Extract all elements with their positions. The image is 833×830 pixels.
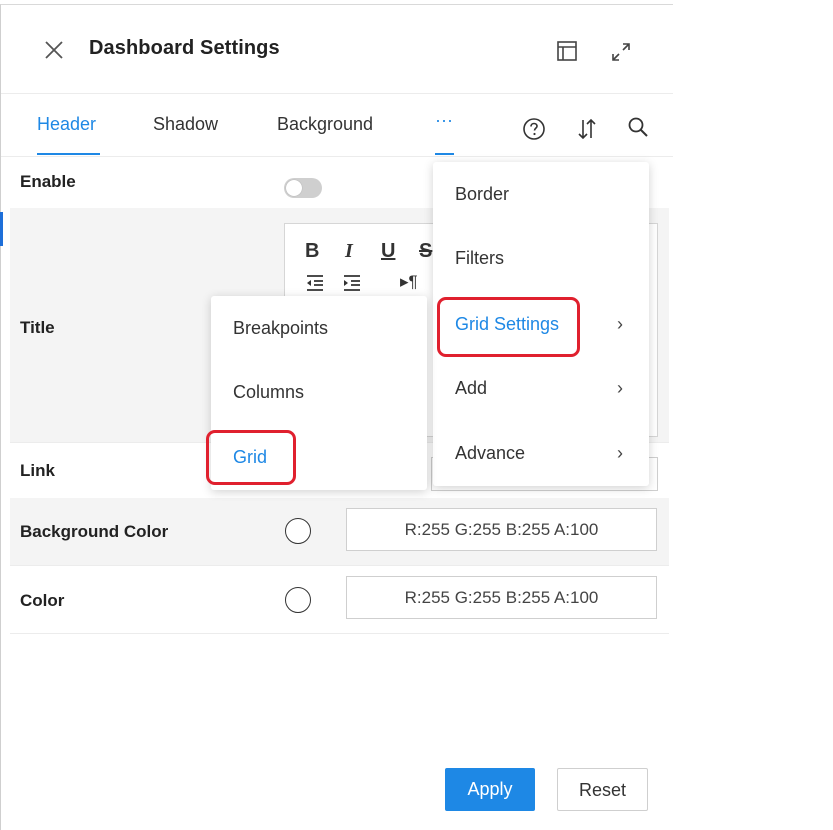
menu-item-add[interactable]: Add	[455, 378, 487, 399]
tab-header[interactable]: Header	[37, 114, 96, 135]
background-color-label: Background Color	[20, 522, 169, 541]
menu-item-filters[interactable]: Filters	[455, 248, 504, 269]
background-color-field[interactable]: R:255 G:255 B:255 A:100	[346, 508, 657, 551]
sort-icon[interactable]	[576, 117, 598, 141]
expand-icon[interactable]	[610, 41, 632, 63]
link-label: Link	[20, 461, 55, 480]
tab-more-underline	[435, 153, 454, 155]
submenu-item-breakpoints[interactable]: Breakpoints	[233, 318, 328, 339]
italic-button[interactable]: I	[345, 240, 353, 263]
page-title: Dashboard Settings	[89, 37, 280, 59]
left-accent-bar	[0, 212, 3, 246]
enable-label: Enable	[20, 172, 76, 191]
tab-bar: Header Shadow Background ···	[1, 94, 673, 157]
strikethrough-button[interactable]: S	[419, 240, 432, 263]
layout-icon[interactable]	[556, 40, 578, 62]
add-chevron-icon: ›	[617, 378, 623, 398]
indent-icon[interactable]	[342, 274, 362, 292]
title-label: Title	[20, 318, 55, 337]
tab-background[interactable]: Background	[277, 114, 373, 135]
enable-toggle[interactable]	[284, 178, 322, 198]
grid-settings-submenu: Breakpoints Columns Grid	[211, 296, 427, 490]
panel-header: Dashboard Settings	[1, 5, 673, 94]
tab-shadow[interactable]: Shadow	[153, 114, 218, 135]
underline-button[interactable]: U	[381, 240, 395, 263]
submenu-item-columns[interactable]: Columns	[233, 382, 304, 403]
apply-button[interactable]: Apply	[445, 768, 535, 811]
menu-item-advance[interactable]: Advance	[455, 443, 525, 464]
close-icon[interactable]	[41, 37, 67, 63]
background-color-swatch[interactable]	[285, 518, 311, 544]
menu-item-grid-settings[interactable]: Grid Settings	[455, 314, 559, 335]
menu-item-border[interactable]: Border	[455, 184, 509, 205]
tab-header-underline	[37, 153, 100, 155]
tab-more[interactable]: ···	[435, 110, 453, 131]
help-icon[interactable]	[522, 117, 546, 141]
submenu-item-grid[interactable]: Grid	[233, 447, 267, 468]
color-field[interactable]: R:255 G:255 B:255 A:100	[346, 576, 657, 619]
bold-button[interactable]: B	[305, 240, 319, 263]
ltr-button[interactable]: ▸¶	[400, 272, 418, 292]
grid-settings-chevron-icon: ›	[617, 314, 623, 334]
reset-button[interactable]: Reset	[557, 768, 648, 811]
color-label: Color	[20, 591, 65, 610]
search-icon[interactable]	[627, 116, 649, 138]
advance-chevron-icon: ›	[617, 443, 623, 463]
more-menu: Border Filters Grid Settings › Add › Adv…	[433, 162, 649, 486]
toggle-knob	[286, 180, 302, 196]
color-swatch[interactable]	[285, 587, 311, 613]
outdent-icon[interactable]	[305, 274, 325, 292]
